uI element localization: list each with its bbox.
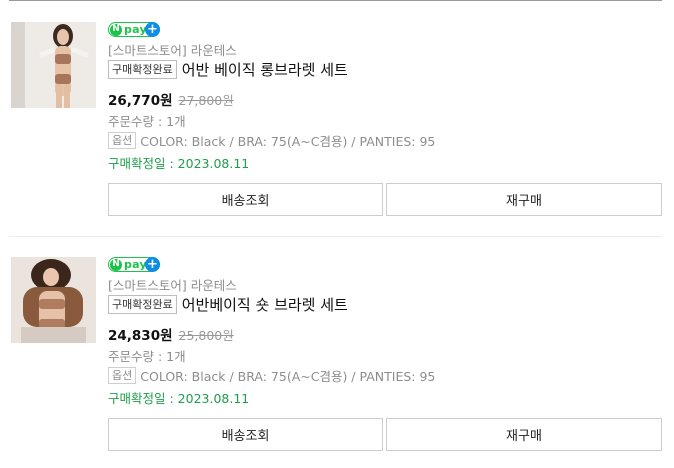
purchase-confirm-date: 구매확정일 : 2023.08.11 [108,391,250,406]
option-badge: 옵션 [108,367,137,384]
original-price: 27,800원 [178,93,234,108]
option-row: 옵션 COLOR: Black / BRA: 75(A~C겸용) / PANTI… [108,366,435,385]
npay-n-icon: N [110,258,122,271]
npay-badge: N pay + [108,21,160,37]
delivery-tracking-button[interactable]: 배송조회 [108,418,383,451]
store-name[interactable]: [스마트스토어] 라운테스 [108,40,237,59]
rebuy-button[interactable]: 재구매 [386,183,662,216]
rebuy-button[interactable]: 재구매 [386,418,662,451]
delivery-tracking-button[interactable]: 배송조회 [108,183,383,216]
top-divider [9,0,662,1]
original-price: 25,800원 [178,328,234,343]
product-title[interactable]: 어반 베이직 롱브라렛 세트 [182,59,348,80]
title-row: 구매확정완료 어반베이직 숏 브라렛 세트 [108,294,348,315]
option-badge: 옵션 [108,132,137,149]
price-row: 26,770원 27,800원 [108,89,234,109]
npay-label: pay [124,23,148,36]
product-thumbnail[interactable] [11,22,96,108]
option-text: COLOR: Black / BRA: 75(A~C겸용) / PANTIES:… [140,134,436,149]
npay-badge: N pay + [108,256,160,272]
plus-icon: + [145,256,160,272]
plus-icon: + [145,21,160,37]
npay-label: pay [124,258,148,271]
order-quantity: 주문수량 : 1개 [108,114,186,129]
status-badge: 구매확정완료 [108,60,177,79]
option-text: COLOR: Black / BRA: 75(A~C겸용) / PANTIES:… [140,369,436,384]
sale-price: 24,830원 [108,328,173,344]
title-row: 구매확정완료 어반 베이직 롱브라렛 세트 [108,59,348,80]
sale-price: 26,770원 [108,93,173,109]
status-badge: 구매확정완료 [108,295,177,314]
option-row: 옵션 COLOR: Black / BRA: 75(A~C겸용) / PANTI… [108,131,435,150]
order-divider [9,236,662,237]
product-thumbnail[interactable] [11,257,96,343]
product-title[interactable]: 어반베이직 숏 브라렛 세트 [182,294,348,315]
store-name[interactable]: [스마트스토어] 라운테스 [108,275,237,294]
price-row: 24,830원 25,800원 [108,324,234,344]
npay-n-icon: N [110,23,122,36]
order-quantity: 주문수량 : 1개 [108,349,186,364]
purchase-confirm-date: 구매확정일 : 2023.08.11 [108,156,250,171]
